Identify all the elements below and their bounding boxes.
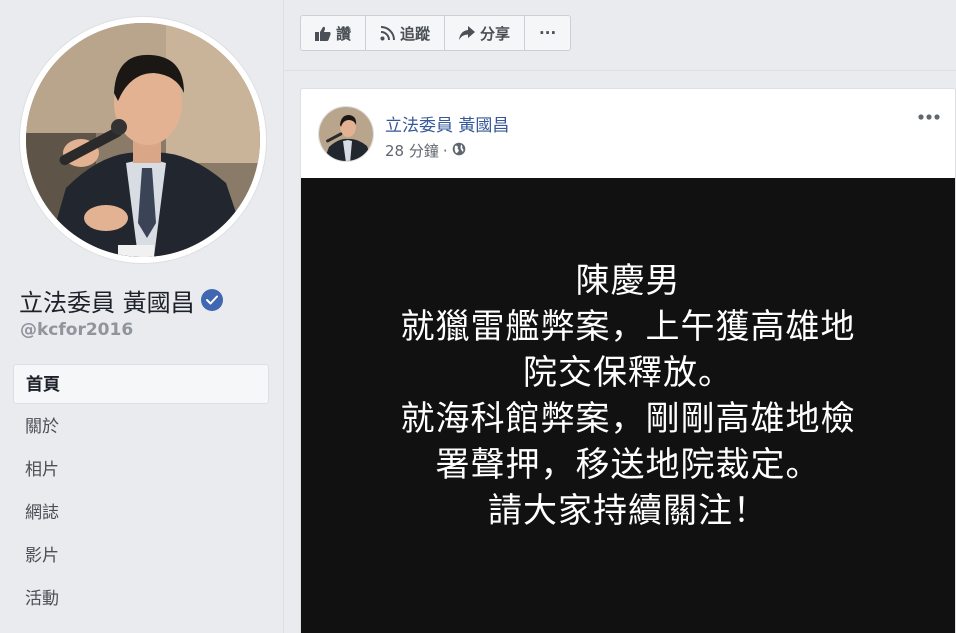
image-text-line: 就獵雷艦弊案，上午獲高雄地 [400,307,856,347]
nav-item-home[interactable]: 首頁 [13,364,269,404]
page-name[interactable]: 立法委員 黃國昌 [19,283,195,318]
page-name-row: 立法委員 黃國昌 [19,283,223,317]
rss-icon [380,25,396,41]
post-image-text: 陳慶男 就獵雷艦弊案，上午獲高雄地 院交保釋放。 就海科館弊案，剛剛高雄地檢 署… [301,258,955,534]
page-handle[interactable]: @kcfor2016 [20,320,133,340]
post-avatar-art [319,107,373,161]
nav-item-about[interactable]: 關於 [13,407,269,447]
like-button-label: 讚 [336,24,352,43]
share-arrow-icon [459,26,476,40]
share-button-label: 分享 [480,24,511,43]
profile-picture[interactable] [20,17,266,263]
nav-item-videos[interactable]: 影片 [13,536,269,576]
image-text-line: 請大家持續關注！ [488,491,768,531]
image-text-line: 署聲押，移送地院裁定。 [435,445,821,485]
like-button[interactable]: 讚 [301,16,367,50]
post-timestamp[interactable]: 28 分鐘 [385,140,439,161]
nav-item-events[interactable]: 活動 [13,579,269,619]
page-nav: 首頁 關於 相片 網誌 影片 活動 [13,364,269,622]
post-options-button[interactable] [915,107,943,127]
image-text-line: 陳慶男 [575,261,681,301]
share-button[interactable]: 分享 [445,16,526,50]
left-column: 立法委員 黃國昌 @kcfor2016 首頁 關於 相片 網誌 影片 活動 [0,0,284,633]
post-image[interactable]: 陳慶男 就獵雷艦弊案，上午獲高雄地 院交保釋放。 就海科館弊案，剛剛高雄地檢 署… [301,178,955,633]
follow-button[interactable]: 追蹤 [366,16,446,50]
divider [284,70,956,71]
nav-item-notes[interactable]: 網誌 [13,493,269,533]
follow-button-label: 追蹤 [400,24,431,43]
image-text-line: 院交保釋放。 [523,353,733,393]
profile-photo-art [26,23,260,257]
image-text-line: 就海科館弊案，剛剛高雄地檢 [400,399,856,439]
nav-item-photos[interactable]: 相片 [13,450,269,490]
meta-separator: · [442,141,448,160]
profile-photo [26,23,260,257]
thumbs-up-icon [315,26,331,41]
globe-icon[interactable] [452,142,466,160]
more-button[interactable]: ··· [525,16,570,50]
more-options-icon [918,114,940,120]
verified-badge-icon [200,289,223,311]
post-meta: 28 分鐘 · [385,140,466,161]
post-author-avatar[interactable] [318,106,374,162]
post-card: 立法委員 黃國昌 28 分鐘 · 陳慶男 就獵雷艦弊案，上午獲高雄地 院交保釋放… [300,88,956,633]
checkmark-icon [205,295,218,305]
post-author-name[interactable]: 立法委員 黃國昌 [385,111,509,136]
more-dots-icon: ··· [539,24,557,42]
page-action-bar: 讚 追蹤 分享 ··· [300,15,572,51]
